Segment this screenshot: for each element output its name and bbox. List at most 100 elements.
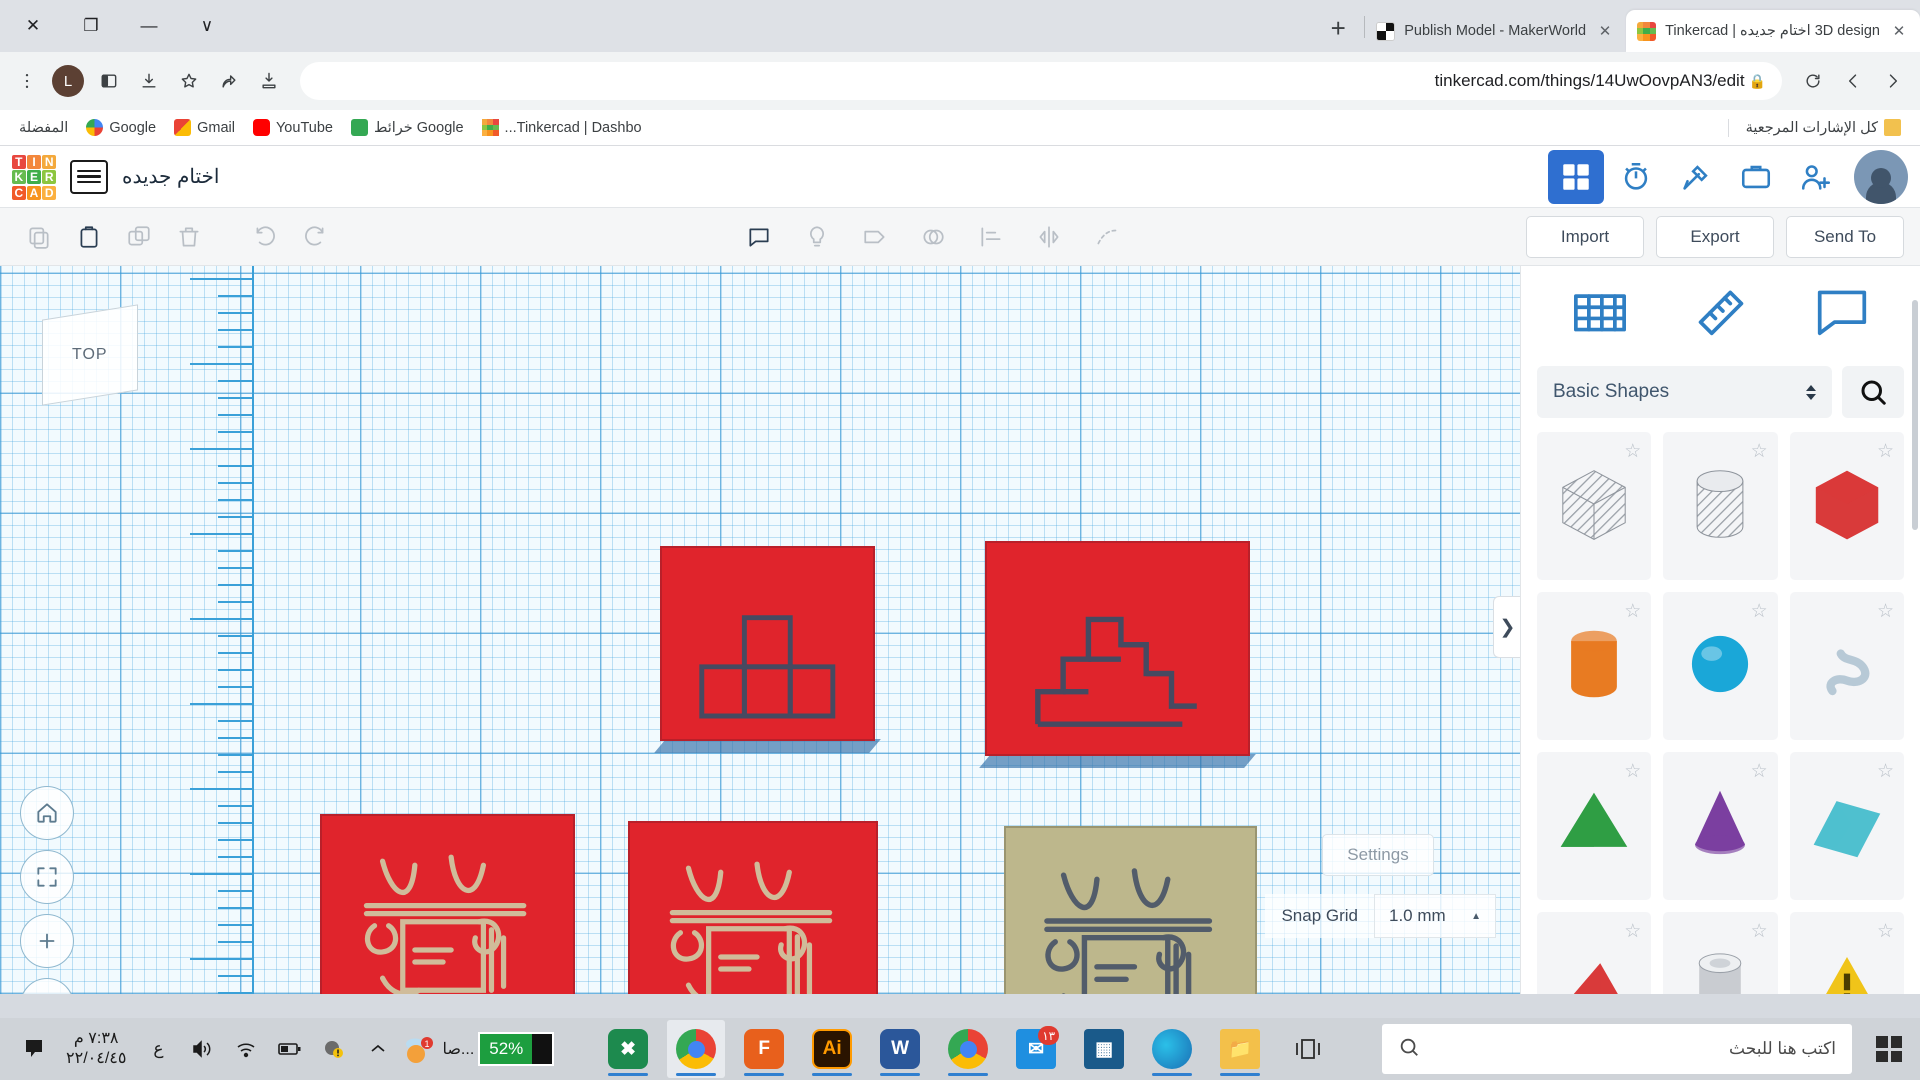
shapes-tab[interactable] bbox=[1572, 285, 1628, 342]
tab-search-button[interactable]: ∨ bbox=[178, 4, 236, 48]
send-to-button[interactable]: Send To bbox=[1786, 215, 1904, 258]
import-button[interactable]: Import bbox=[1526, 215, 1644, 258]
tab-close-icon[interactable]: ✕ bbox=[1889, 22, 1909, 40]
window-close-button[interactable]: ✕ bbox=[4, 4, 62, 48]
bookmark-item-tinkercad[interactable]: Tinkercad | Dashbo... bbox=[475, 115, 649, 140]
tools-icon[interactable] bbox=[1668, 150, 1724, 204]
back-button[interactable] bbox=[1834, 62, 1872, 100]
bookmark-item[interactable]: كل الإشارات المرجعية bbox=[1739, 115, 1908, 140]
light-button[interactable] bbox=[792, 215, 842, 259]
chrome-app-active[interactable] bbox=[667, 1020, 726, 1078]
forward-button[interactable] bbox=[1874, 62, 1912, 100]
shape-search-button[interactable] bbox=[1842, 366, 1904, 418]
label-button[interactable] bbox=[850, 215, 900, 259]
chrome2-app[interactable] bbox=[939, 1020, 997, 1078]
favorite-star-icon[interactable]: ☆ bbox=[1624, 600, 1641, 623]
favorite-star-icon[interactable]: ☆ bbox=[1877, 440, 1894, 463]
tube-shape[interactable]: ☆ bbox=[1663, 912, 1778, 994]
taskbar-search-input[interactable]: اكتب هنا للبحث bbox=[1382, 1024, 1852, 1074]
undo-button[interactable] bbox=[240, 215, 290, 259]
favorite-star-icon[interactable]: ☆ bbox=[1624, 920, 1641, 943]
zoom-out-icon[interactable] bbox=[20, 978, 74, 994]
zoom-in-icon[interactable] bbox=[20, 914, 74, 968]
align-button[interactable] bbox=[966, 215, 1016, 259]
project-menu-button[interactable] bbox=[70, 159, 108, 194]
chrome-menu-button[interactable] bbox=[8, 62, 46, 100]
favorite-star-icon[interactable]: ☆ bbox=[1877, 920, 1894, 943]
invite-user-icon[interactable] bbox=[1788, 150, 1844, 204]
duplicate-button[interactable] bbox=[114, 215, 164, 259]
taskbar-clock[interactable]: ٧:٣٨ م ٢٢/٠٤/٤٥ bbox=[58, 1029, 134, 1069]
mail-app[interactable]: ✉ ١٣ bbox=[1007, 1020, 1065, 1078]
box-red-shape[interactable]: ☆ bbox=[1789, 432, 1904, 580]
redo-button[interactable] bbox=[290, 215, 340, 259]
window-minimize-button[interactable]: — bbox=[120, 4, 178, 48]
reload-button[interactable] bbox=[1794, 62, 1832, 100]
notifications-icon[interactable] bbox=[14, 1024, 54, 1074]
panel-scrollbar[interactable] bbox=[1912, 300, 1918, 530]
cylinder-shape[interactable]: ☆ bbox=[1663, 432, 1778, 580]
favorite-star-icon[interactable]: ☆ bbox=[1877, 760, 1894, 783]
fusion360-app[interactable]: F bbox=[735, 1020, 793, 1078]
favorite-star-icon[interactable]: ☆ bbox=[1624, 440, 1641, 463]
downloads-button[interactable] bbox=[130, 62, 168, 100]
spiral-shape[interactable]: ☆ bbox=[1789, 592, 1904, 740]
favorite-star-icon[interactable]: ☆ bbox=[1877, 600, 1894, 623]
export-button[interactable]: Export bbox=[1656, 215, 1774, 258]
fit-view-icon[interactable] bbox=[20, 850, 74, 904]
volume-icon[interactable] bbox=[182, 1024, 222, 1074]
snap-button[interactable] bbox=[1082, 215, 1132, 259]
pyramid-green-shape[interactable]: ☆ bbox=[1537, 752, 1652, 900]
codeblocks-icon[interactable] bbox=[1608, 150, 1664, 204]
profile-avatar[interactable]: L bbox=[52, 65, 84, 97]
address-bar[interactable]: 🔒 tinkercad.com/things/14UwOovpAN3/edit bbox=[300, 62, 1782, 100]
browser-tab-tinkercad[interactable]: ✕ 3D design اختام جديده | Tinkercad bbox=[1626, 10, 1920, 52]
store-app[interactable]: ▦ bbox=[1075, 1020, 1133, 1078]
edge-app[interactable] bbox=[1143, 1020, 1201, 1078]
box-shape[interactable]: ☆ bbox=[1537, 432, 1652, 580]
home-view-icon[interactable] bbox=[20, 786, 74, 840]
project-title[interactable]: اختام جديده bbox=[122, 164, 219, 189]
shape-category-dropdown[interactable]: Basic Shapes bbox=[1537, 366, 1832, 418]
sync-warning-icon[interactable] bbox=[314, 1024, 354, 1074]
bookmark-item-gmail[interactable]: Gmail bbox=[167, 115, 242, 140]
plate-seal-tan[interactable] bbox=[1004, 826, 1257, 994]
browser-tab-makerworld[interactable]: ✕ Publish Model - MakerWorld bbox=[1365, 10, 1626, 52]
view-cube[interactable]: TOP bbox=[42, 304, 138, 406]
gallery-icon[interactable] bbox=[1728, 150, 1784, 204]
warning-shape[interactable]: ☆ bbox=[1789, 912, 1904, 994]
weather-widget[interactable]: 1 صا... bbox=[402, 1024, 474, 1074]
favorite-star-icon[interactable]: ☆ bbox=[1751, 760, 1768, 783]
wedge-red-shape[interactable]: ☆ bbox=[1537, 912, 1652, 994]
roof-teal-shape[interactable]: ☆ bbox=[1789, 752, 1904, 900]
install-app-icon[interactable] bbox=[250, 62, 288, 100]
new-tab-button[interactable]: + bbox=[1318, 8, 1358, 48]
cone-purple-shape[interactable]: ☆ bbox=[1663, 752, 1778, 900]
group-button[interactable] bbox=[908, 215, 958, 259]
paste-button[interactable] bbox=[64, 215, 114, 259]
explorer-app[interactable]: 📁 bbox=[1211, 1020, 1269, 1078]
keyboard-lang-icon[interactable]: ع bbox=[138, 1024, 178, 1074]
taskview-app[interactable] bbox=[1279, 1020, 1337, 1078]
bookmark-star-icon[interactable] bbox=[170, 62, 208, 100]
settings-button[interactable]: Settings bbox=[1322, 834, 1434, 876]
bookmark-item-youtube[interactable]: YouTube bbox=[246, 115, 340, 140]
favorite-star-icon[interactable]: ☆ bbox=[1751, 920, 1768, 943]
note-button[interactable] bbox=[734, 215, 784, 259]
plate-seal-red-2[interactable] bbox=[628, 821, 878, 994]
side-panel-button[interactable] bbox=[90, 62, 128, 100]
battery-icon[interactable] bbox=[270, 1024, 310, 1074]
excel-app[interactable]: ✖ bbox=[599, 1020, 657, 1078]
cylinder-orange-shape[interactable]: ☆ bbox=[1537, 592, 1652, 740]
window-maximize-button[interactable]: ❐ bbox=[62, 4, 120, 48]
bookmark-item-favorites[interactable]: المفضلة bbox=[12, 116, 75, 140]
show-hidden-icons-icon[interactable] bbox=[358, 1024, 398, 1074]
plate-tetris-1[interactable] bbox=[654, 546, 881, 753]
favorite-star-icon[interactable]: ☆ bbox=[1624, 760, 1641, 783]
copy-button[interactable] bbox=[14, 215, 64, 259]
mirror-button[interactable] bbox=[1024, 215, 1074, 259]
battery-percent-badge[interactable]: 52% bbox=[478, 1032, 555, 1066]
snap-grid-dropdown[interactable]: 1.0 mm ▲ bbox=[1374, 894, 1496, 938]
tinkercad-logo[interactable]: TIN KER CAD bbox=[12, 154, 56, 200]
bookmark-item-maps[interactable]: Google خرائط bbox=[344, 115, 471, 140]
